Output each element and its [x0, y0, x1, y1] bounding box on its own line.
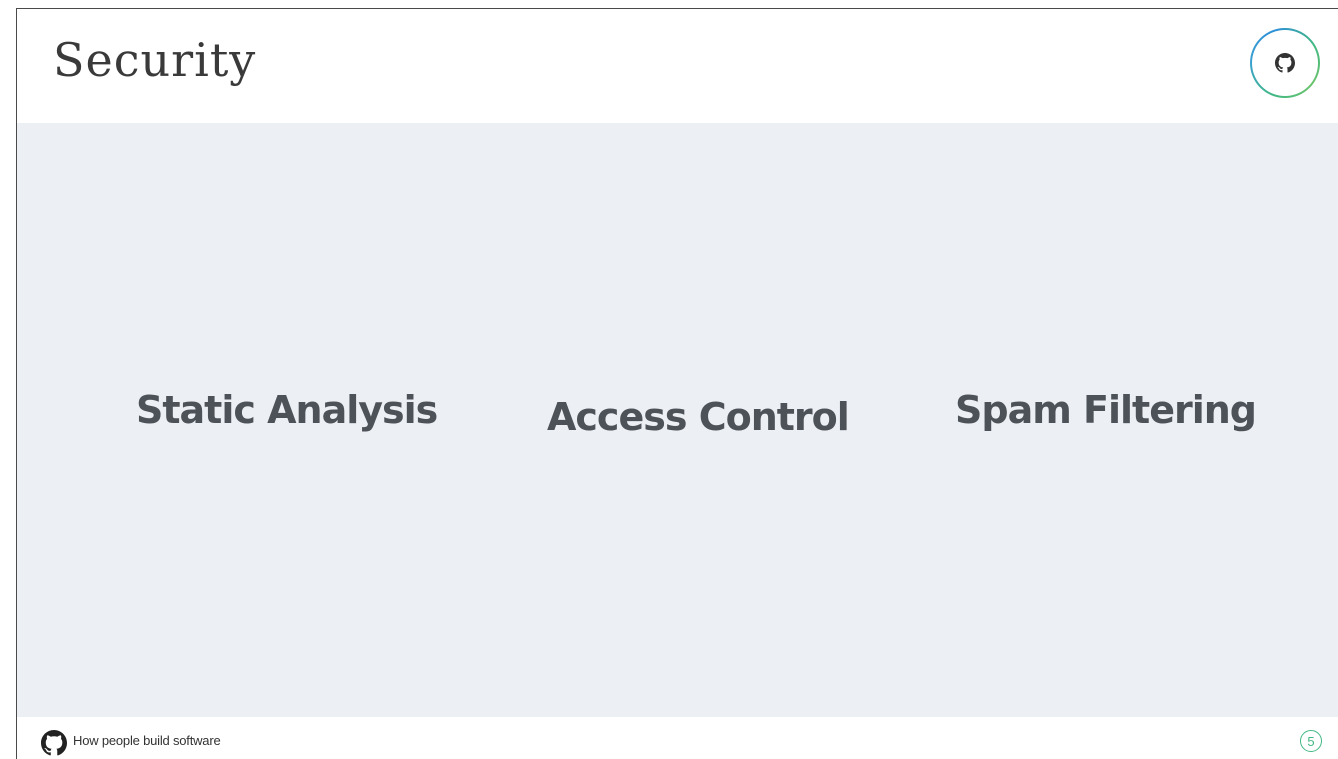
github-octocat-icon — [41, 730, 67, 756]
page-number-badge: 5 — [1300, 730, 1322, 752]
github-badge — [1250, 28, 1320, 98]
github-badge-inner — [1252, 30, 1318, 96]
github-octocat-icon — [1275, 53, 1295, 73]
topic-access-control: Access Control — [547, 395, 850, 439]
presentation-slide: Security Static Analysis Access Control … — [16, 8, 1338, 759]
slide-title: Security — [53, 33, 257, 87]
slide-header: Security — [17, 9, 1338, 123]
topic-static-analysis: Static Analysis — [136, 388, 438, 432]
slide-footer: How people build software 5 — [17, 717, 1338, 759]
slide-content-area: Static Analysis Access Control Spam Filt… — [17, 123, 1338, 717]
footer-tagline: How people build software — [73, 733, 221, 748]
topic-spam-filtering: Spam Filtering — [955, 388, 1257, 432]
